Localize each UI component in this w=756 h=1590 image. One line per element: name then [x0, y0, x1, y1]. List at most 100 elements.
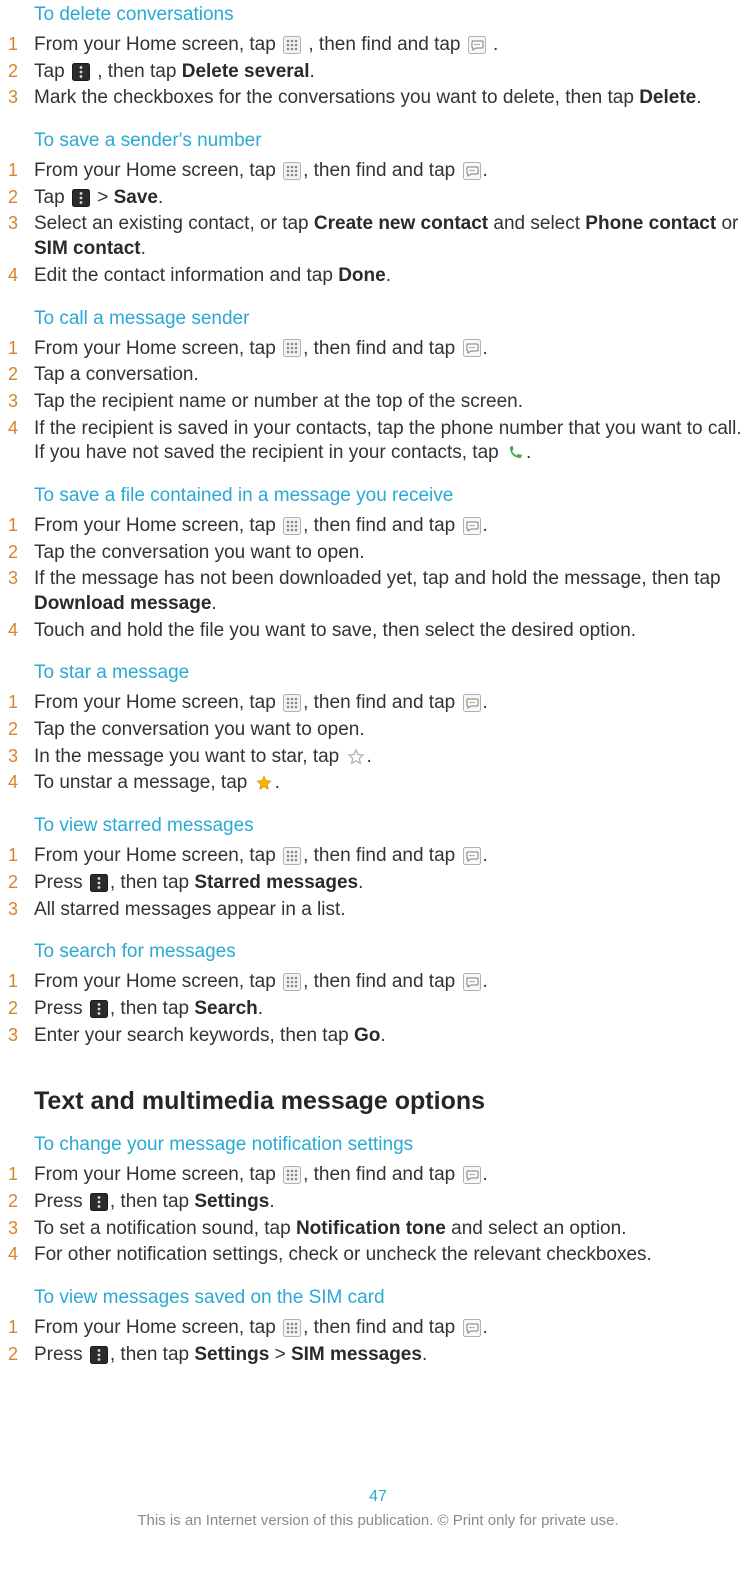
apps-grid-icon: [283, 1319, 301, 1337]
step-item: 3Mark the checkboxes for the conversatio…: [8, 85, 748, 112]
section-title: To change your message notification sett…: [34, 1134, 748, 1156]
step-number: 3: [8, 1024, 34, 1047]
star-outline-icon: [347, 748, 365, 766]
step-number: 3: [8, 898, 34, 921]
step-list: 1From your Home screen, tap , then find …: [8, 690, 748, 797]
step-number: 4: [8, 619, 34, 642]
step-number: 2: [8, 363, 34, 386]
step-item: 2Press , then tap Search.: [8, 996, 748, 1023]
messaging-icon: [463, 847, 481, 865]
step-text: Tap the recipient name or number at the …: [34, 390, 748, 415]
step-text: From your Home screen, tap , then find a…: [34, 33, 748, 58]
step-item: 4If the recipient is saved in your conta…: [8, 416, 748, 467]
step-item: 1From your Home screen, tap , then find …: [8, 513, 748, 540]
step-text: Tap the conversation you want to open.: [34, 718, 748, 743]
step-text: Press , then tap Starred messages.: [34, 871, 748, 896]
step-number: 4: [8, 264, 34, 287]
section-title: To view starred messages: [34, 815, 748, 837]
step-number: 4: [8, 417, 34, 440]
step-number: 1: [8, 33, 34, 56]
messaging-icon: [463, 162, 481, 180]
menu-overflow-icon: [90, 1193, 108, 1211]
step-text: Touch and hold the file you want to save…: [34, 619, 748, 644]
step-text: Press , then tap Settings.: [34, 1190, 748, 1215]
step-text: Tap > Save.: [34, 186, 748, 211]
messaging-icon: [463, 517, 481, 535]
main-heading: Text and multimedia message options: [34, 1087, 748, 1116]
menu-overflow-icon: [72, 63, 90, 81]
step-number: 2: [8, 871, 34, 894]
messaging-icon: [463, 973, 481, 991]
step-text: From your Home screen, tap , then find a…: [34, 514, 748, 539]
step-text: Tap the conversation you want to open.: [34, 541, 748, 566]
step-item: 1From your Home screen, tap , then find …: [8, 1315, 748, 1342]
page-footer: 47 This is an Internet version of this p…: [8, 1488, 748, 1539]
step-number: 2: [8, 60, 34, 83]
step-number: 3: [8, 745, 34, 768]
step-item: 4For other notification settings, check …: [8, 1242, 748, 1269]
step-list: 1From your Home screen, tap , then find …: [8, 32, 748, 112]
section-title: To search for messages: [34, 941, 748, 963]
step-number: 2: [8, 186, 34, 209]
step-item: 1From your Home screen, tap , then find …: [8, 843, 748, 870]
bold-label: Phone contact: [585, 213, 716, 234]
bold-label: Done: [338, 265, 386, 286]
step-number: 2: [8, 1190, 34, 1213]
step-number: 3: [8, 390, 34, 413]
apps-grid-icon: [283, 162, 301, 180]
step-number: 1: [8, 844, 34, 867]
section-title: To save a file contained in a message yo…: [34, 485, 748, 507]
bold-label: Settings: [194, 1344, 269, 1365]
messaging-icon: [463, 1319, 481, 1337]
step-number: 2: [8, 718, 34, 741]
step-item: 3Tap the recipient name or number at the…: [8, 389, 748, 416]
step-number: 3: [8, 212, 34, 235]
step-item: 3Select an existing contact, or tap Crea…: [8, 211, 748, 262]
step-text: To set a notification sound, tap Notific…: [34, 1217, 748, 1242]
bold-label: Create new contact: [314, 213, 488, 234]
step-number: 2: [8, 997, 34, 1020]
step-number: 3: [8, 567, 34, 590]
bold-label: Settings: [194, 1191, 269, 1212]
step-item: 2Tap the conversation you want to open.: [8, 540, 748, 567]
step-item: 4Touch and hold the file you want to sav…: [8, 618, 748, 645]
step-item: 2Press , then tap Settings > SIM message…: [8, 1342, 748, 1369]
step-list: 1From your Home screen, tap , then find …: [8, 1315, 748, 1368]
step-item: 2Tap , then tap Delete several.: [8, 59, 748, 86]
document-page: To delete conversations1From your Home s…: [0, 4, 756, 1559]
step-item: 3All starred messages appear in a list.: [8, 897, 748, 924]
step-text: To unstar a message, tap .: [34, 771, 748, 796]
step-number: 4: [8, 771, 34, 794]
step-list: 1From your Home screen, tap , then find …: [8, 513, 748, 644]
content-region: To delete conversations1From your Home s…: [8, 4, 748, 1049]
apps-grid-icon: [283, 847, 301, 865]
step-number: 1: [8, 159, 34, 182]
bold-label: Notification tone: [296, 1218, 446, 1239]
menu-overflow-icon: [90, 1346, 108, 1364]
step-item: 3If the message has not been downloaded …: [8, 566, 748, 617]
step-text: If the message has not been downloaded y…: [34, 567, 748, 616]
menu-overflow-icon: [90, 874, 108, 892]
apps-grid-icon: [283, 339, 301, 357]
step-text: From your Home screen, tap , then find a…: [34, 691, 748, 716]
step-number: 1: [8, 514, 34, 537]
step-number: 1: [8, 337, 34, 360]
step-text: Select an existing contact, or tap Creat…: [34, 212, 748, 261]
step-number: 1: [8, 1163, 34, 1186]
step-number: 3: [8, 1217, 34, 1240]
step-text: Press , then tap Search.: [34, 997, 748, 1022]
step-text: From your Home screen, tap , then find a…: [34, 337, 748, 362]
apps-grid-icon: [283, 1166, 301, 1184]
step-number: 2: [8, 1343, 34, 1366]
content-region: To change your message notification sett…: [8, 1134, 748, 1368]
step-list: 1From your Home screen, tap , then find …: [8, 158, 748, 289]
apps-grid-icon: [283, 694, 301, 712]
step-item: 2Tap the conversation you want to open.: [8, 717, 748, 744]
bold-label: SIM messages: [291, 1344, 422, 1365]
step-item: 3To set a notification sound, tap Notifi…: [8, 1216, 748, 1243]
step-list: 1From your Home screen, tap , then find …: [8, 843, 748, 923]
step-text: Tap a conversation.: [34, 363, 748, 388]
step-list: 1From your Home screen, tap , then find …: [8, 336, 748, 467]
bold-label: Save: [114, 187, 158, 208]
step-text: From your Home screen, tap , then find a…: [34, 970, 748, 995]
